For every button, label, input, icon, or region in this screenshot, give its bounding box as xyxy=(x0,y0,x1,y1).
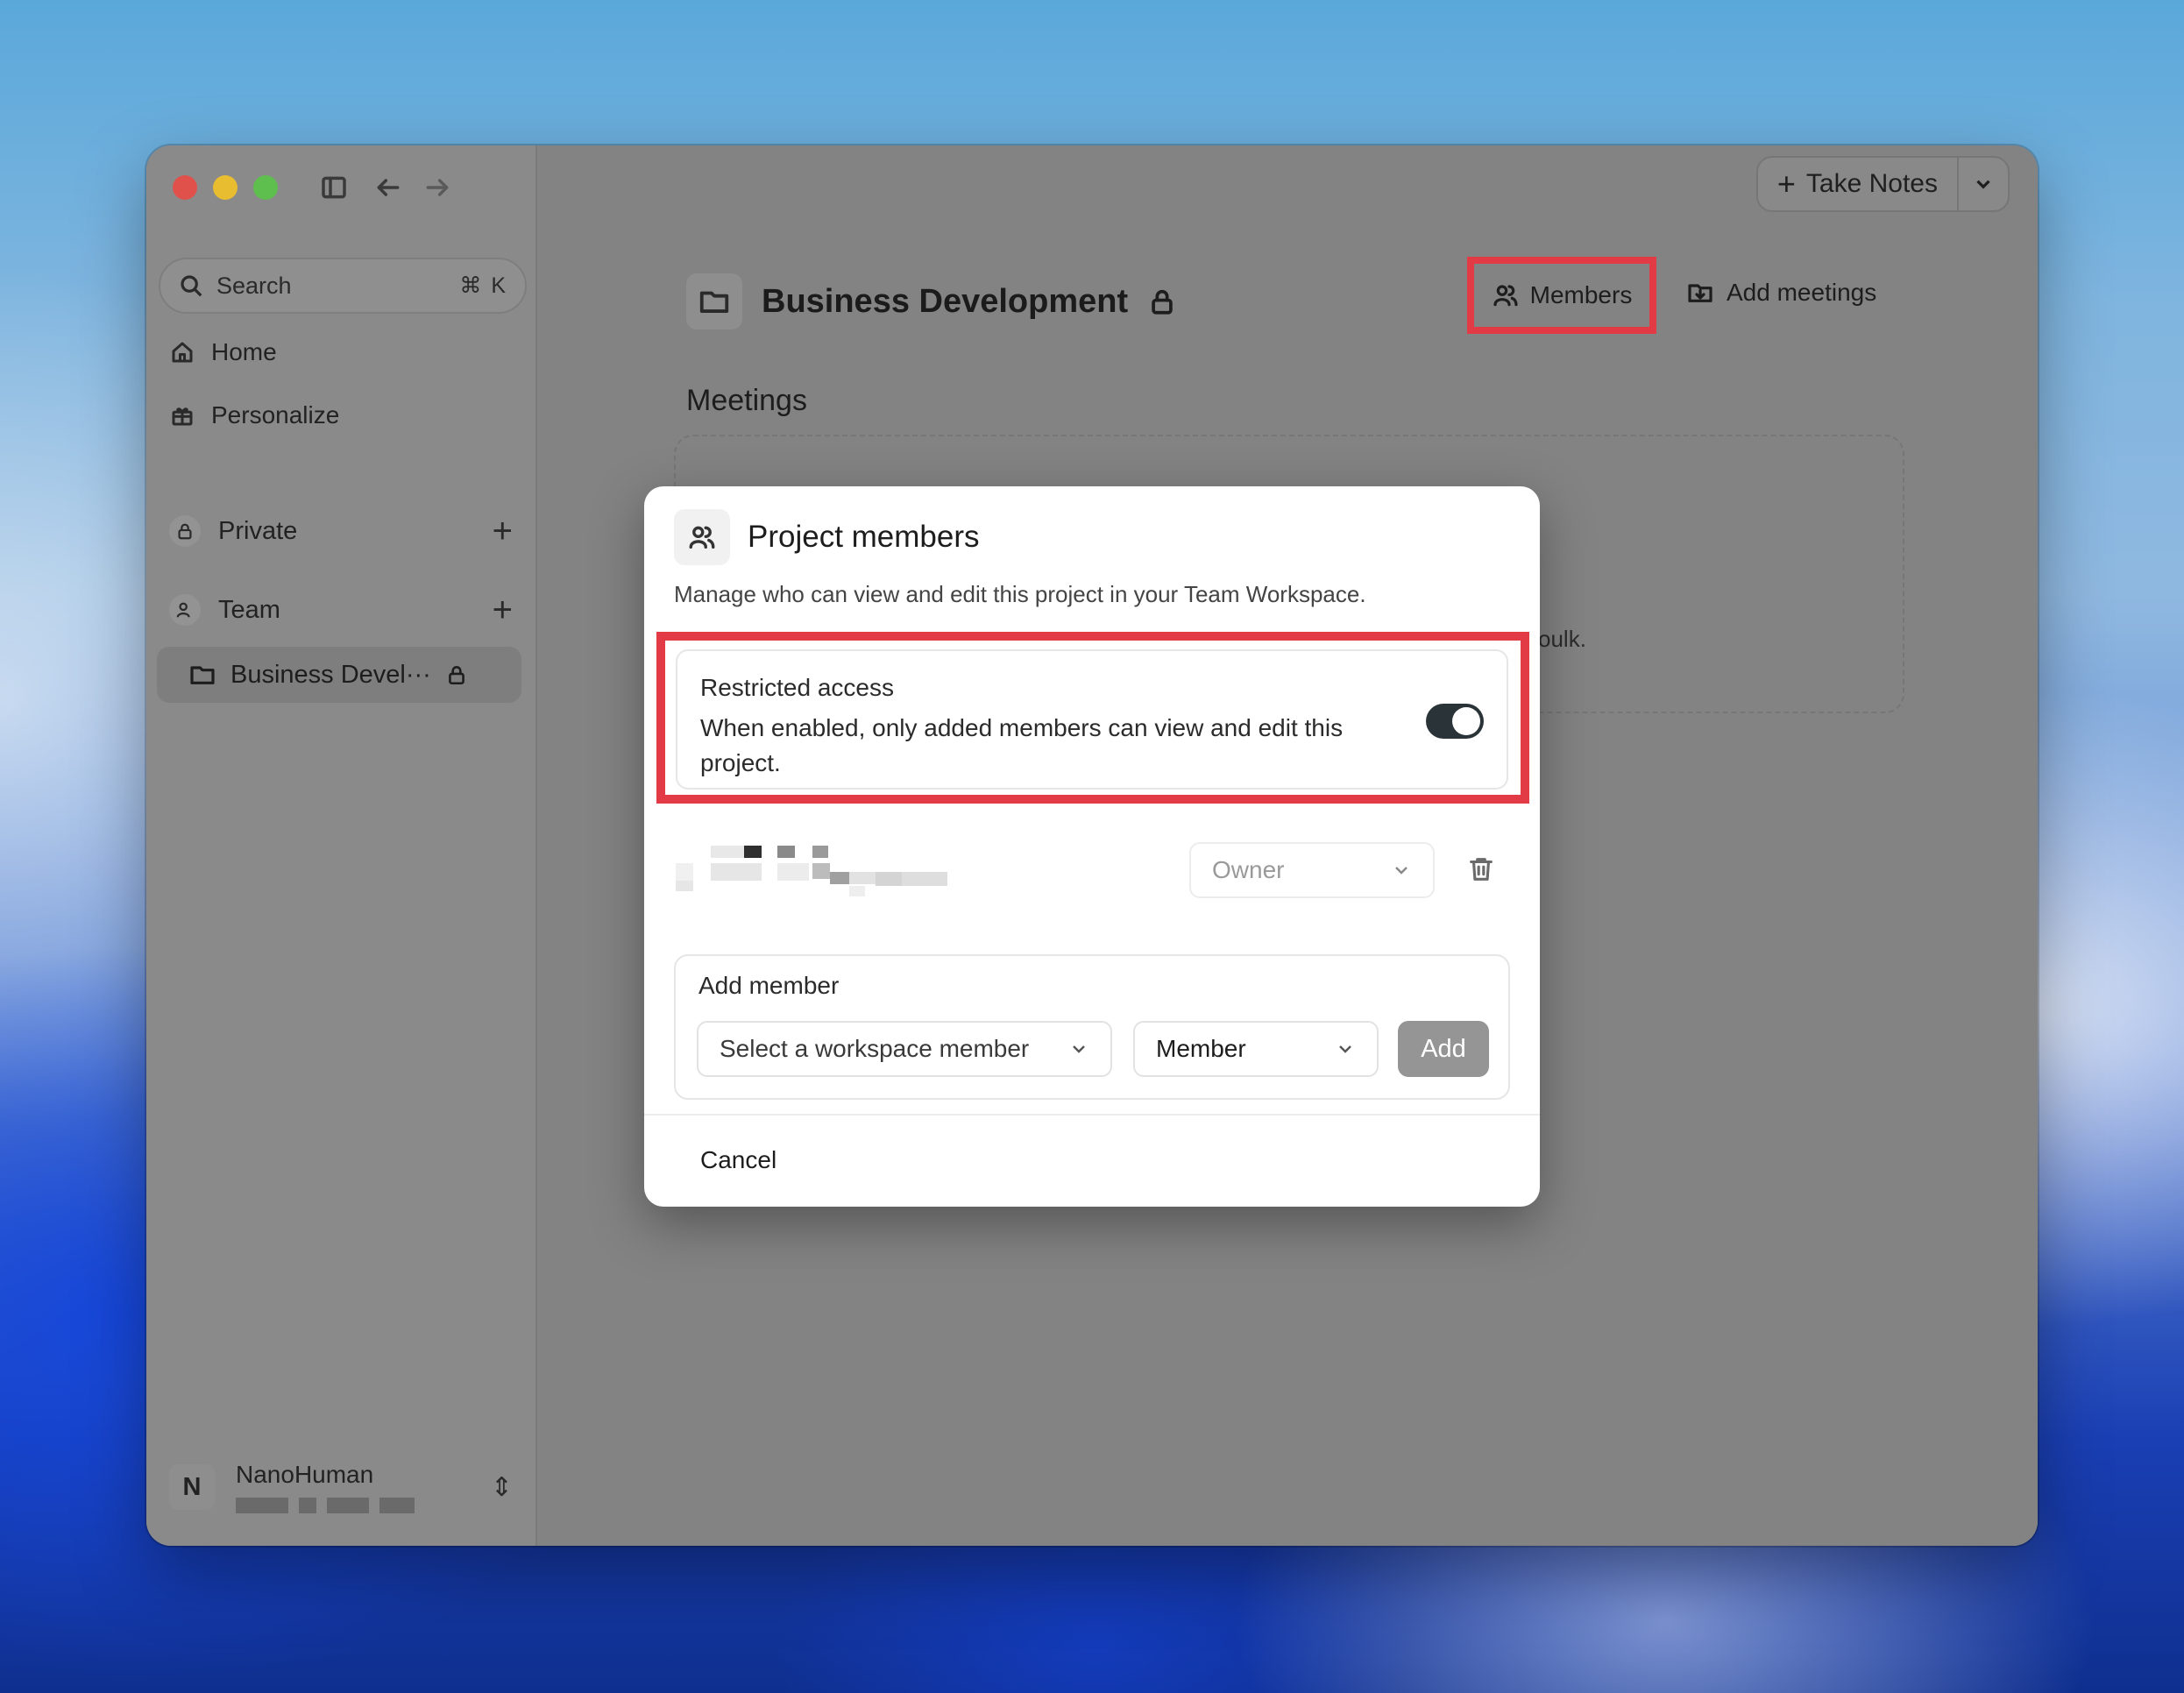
window-controls xyxy=(173,175,278,200)
personalize-icon xyxy=(172,407,193,426)
chevron-down-icon xyxy=(1395,867,1408,875)
lock-icon xyxy=(1152,289,1173,315)
sidebar-item-business-development[interactable]: Business Devel··· xyxy=(157,647,521,703)
avatar: N xyxy=(169,1464,215,1510)
lock-icon xyxy=(169,515,201,547)
add-meetings-label: Add meetings xyxy=(1727,279,1877,306)
cancel-button[interactable]: Cancel xyxy=(700,1146,776,1174)
minimize-window-button[interactable] xyxy=(213,175,238,200)
sidebar-section-team[interactable]: Team + xyxy=(169,592,513,627)
new-member-role-value: Member xyxy=(1156,1035,1246,1062)
add-member-button[interactable]: Add xyxy=(1398,1021,1489,1077)
lock-icon xyxy=(448,666,464,685)
folder-icon xyxy=(190,666,215,684)
add-team-button[interactable]: + xyxy=(493,592,513,627)
add-meetings-button[interactable]: Add meetings xyxy=(1686,279,1876,307)
sidebar-item-label: Personalize xyxy=(211,401,340,429)
member-row: Owner xyxy=(676,839,1508,902)
member-role-value: Owner xyxy=(1212,856,1285,883)
members-icon xyxy=(1493,285,1518,307)
add-private-button[interactable]: + xyxy=(493,514,513,549)
project-label: Business Devel··· xyxy=(230,660,431,689)
restricted-access-toggle[interactable] xyxy=(1426,704,1484,739)
home-icon xyxy=(172,342,193,363)
search-bar[interactable]: Search ⌘ K xyxy=(159,258,527,314)
dialog-divider xyxy=(644,1114,1540,1116)
meetings-hint-text: oulk. xyxy=(1538,626,1586,652)
project-header: Business Development xyxy=(686,273,1177,329)
search-shortcut: ⌘ K xyxy=(459,273,507,298)
section-label: Team xyxy=(218,595,280,624)
search-icon xyxy=(181,275,202,297)
redacted-member-name xyxy=(676,839,991,902)
take-notes-label: Take Notes xyxy=(1805,169,1938,198)
meetings-heading: Meetings xyxy=(686,384,807,417)
forward-arrow-icon[interactable] xyxy=(422,172,453,203)
redacted-email xyxy=(236,1498,415,1513)
take-notes-button[interactable]: + Take Notes xyxy=(1755,156,2010,212)
restricted-access-card: Restricted access When enabled, only add… xyxy=(676,649,1508,790)
new-member-role-select[interactable]: Member xyxy=(1133,1021,1379,1077)
members-icon xyxy=(674,509,730,565)
user-switcher[interactable]: N NanoHuman ⇕ xyxy=(169,1448,513,1527)
project-members-dialog: Project members Manage who can view and … xyxy=(644,486,1540,1207)
workspace-member-placeholder: Select a workspace member xyxy=(720,1035,1030,1062)
chevron-down-icon[interactable] xyxy=(1957,158,2008,210)
sidebar-item-label: Home xyxy=(211,338,277,365)
user-name: NanoHuman xyxy=(236,1461,374,1488)
plus-icon: + xyxy=(1776,166,1796,202)
sidebar: Search ⌘ K Home Personalize Private + Te… xyxy=(146,145,537,1546)
sidebar-item-personalize[interactable]: Personalize xyxy=(169,401,339,429)
delete-member-button[interactable] xyxy=(1466,854,1498,886)
members-button[interactable]: Members xyxy=(1467,257,1656,334)
chevron-updown-icon[interactable]: ⇕ xyxy=(491,1472,513,1503)
member-role-select[interactable]: Owner xyxy=(1189,842,1435,898)
workspace-member-select[interactable]: Select a workspace member xyxy=(697,1021,1112,1077)
close-window-button[interactable] xyxy=(173,175,197,200)
restricted-access-title: Restricted access xyxy=(700,674,894,701)
folder-icon xyxy=(686,273,742,329)
sidebar-toggle-icon[interactable] xyxy=(318,172,350,203)
folder-download-icon xyxy=(1688,284,1712,302)
maximize-window-button[interactable] xyxy=(253,175,278,200)
sidebar-section-private[interactable]: Private + xyxy=(169,514,513,549)
chevron-down-icon xyxy=(1339,1045,1351,1053)
back-arrow-icon[interactable] xyxy=(372,172,404,203)
chevron-down-icon xyxy=(1073,1045,1085,1053)
section-label: Private xyxy=(218,516,298,545)
add-member-section: Add member Select a workspace member Mem… xyxy=(674,954,1510,1100)
members-label: Members xyxy=(1529,281,1633,308)
page-title: Business Development xyxy=(762,282,1129,320)
sidebar-item-home[interactable]: Home xyxy=(169,338,277,366)
search-label: Search xyxy=(216,272,292,299)
restricted-access-description: When enabled, only added members can vie… xyxy=(700,714,1344,776)
trash-icon xyxy=(1470,858,1493,881)
team-icon xyxy=(169,594,201,626)
dialog-title: Project members xyxy=(748,520,980,554)
add-member-label: Add member xyxy=(698,972,840,999)
dialog-description: Manage who can view and edit this projec… xyxy=(674,581,1366,607)
